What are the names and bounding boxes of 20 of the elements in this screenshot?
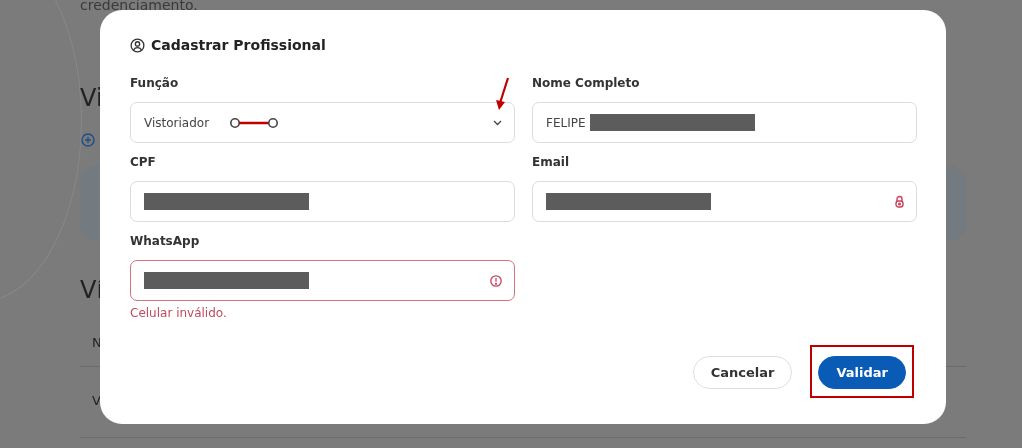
intro-text: credenciamento.: [80, 0, 198, 13]
cancel-button[interactable]: Cancelar: [692, 356, 793, 389]
error-message: Celular inválido.: [130, 306, 228, 320]
field-label: Email: [532, 155, 571, 171]
validate-button[interactable]: Validar: [818, 356, 906, 389]
alert-icon: [490, 274, 502, 287]
user-circle-icon: [130, 37, 145, 53]
table-cell: V: [92, 393, 101, 408]
dialog-title: Cadastrar Profissional: [151, 37, 326, 53]
chevron-down-icon: [493, 119, 502, 126]
input-field[interactable]: FELIPE: [532, 102, 917, 143]
column-header: N: [92, 335, 102, 350]
field-label: CPF: [130, 155, 157, 171]
input-field[interactable]: [130, 260, 515, 301]
plus-circle-icon: [81, 133, 95, 147]
section-heading: Vi: [80, 84, 103, 112]
select-field[interactable]: Vistoriador: [130, 102, 515, 143]
field-label: WhatsApp: [130, 234, 201, 250]
field-label: Nome Completo: [532, 76, 641, 92]
field-label: Função: [130, 76, 180, 92]
